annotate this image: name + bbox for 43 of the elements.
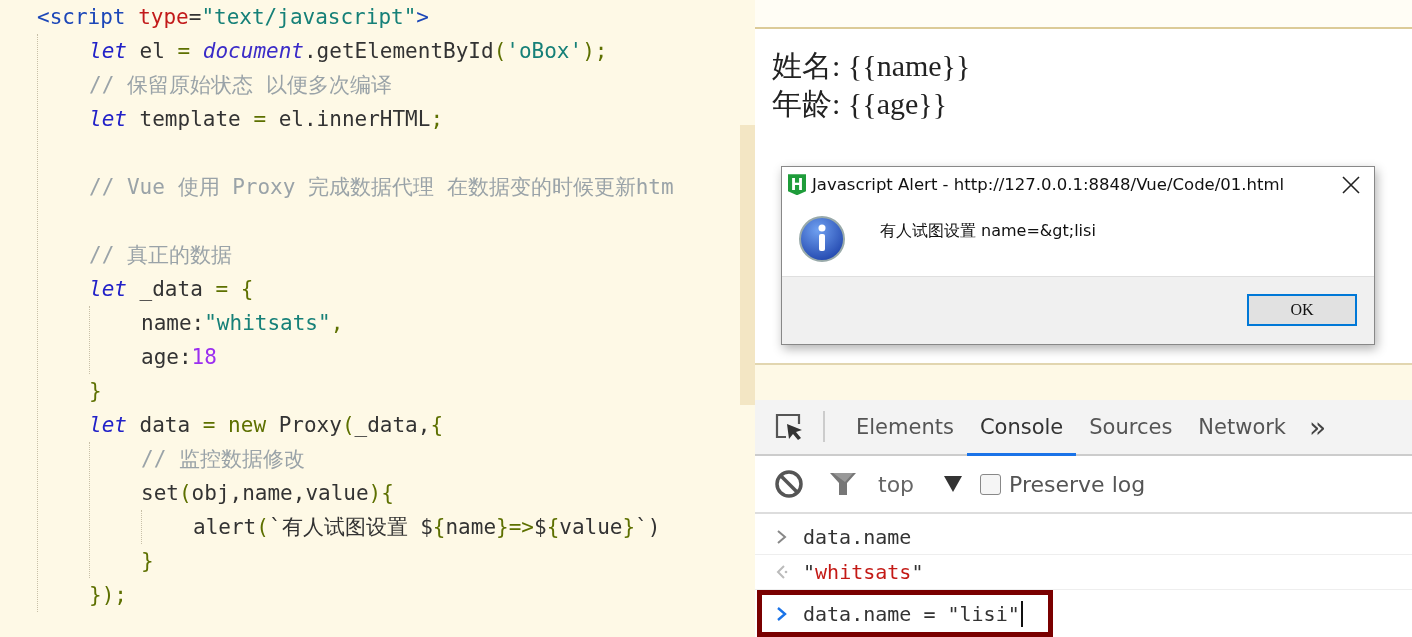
more-tabs-button[interactable]: » — [1299, 400, 1337, 454]
code-line: let template = el.innerHTML; — [89, 106, 445, 133]
code-line: // 真正的数据 — [89, 242, 233, 269]
checkbox-label: Preserve log — [1009, 471, 1146, 497]
context-selector[interactable]: top — [878, 471, 915, 497]
devtools-tab[interactable]: Sources — [1076, 400, 1186, 456]
prompt-chevron-icon — [775, 604, 789, 623]
close-icon[interactable] — [1342, 175, 1360, 194]
filter-icon[interactable] — [828, 470, 858, 498]
code-line: set(obj,name,value){ — [141, 480, 395, 507]
code-line: } — [141, 548, 155, 575]
devtools-tab[interactable]: Console — [966, 400, 1077, 456]
code-line: let el = document.getElementById('oBox'); — [89, 38, 609, 65]
result-arrow-icon — [775, 563, 789, 581]
preserve-log-checkbox[interactable] — [980, 473, 1002, 495]
page-text: 年龄: {{age}} — [772, 85, 948, 122]
code-line: alert(`有人试图设置 ${name}=>${value}`) — [193, 514, 662, 541]
code-line: // Vue 使用 Proxy 完成数据代理 在数据变的时候更新htm — [89, 174, 675, 201]
ok-button[interactable]: OK — [1247, 294, 1357, 327]
dropdown-triangle-icon[interactable] — [944, 476, 963, 492]
code-line: <script type="text/javascript"> — [37, 4, 430, 31]
alert-message: 有人试图设置 name=&gt;lisi — [880, 220, 1096, 242]
devtools-tab[interactable]: Elements — [843, 400, 967, 456]
page-text: 姓名: {{name}} — [772, 47, 971, 84]
code-line: // 监控数据修改 — [141, 446, 306, 473]
clear-console-icon[interactable] — [774, 469, 804, 499]
code-line: }); — [89, 582, 128, 609]
text-cursor — [1020, 600, 1023, 627]
code-line: name:"whitsats", — [141, 310, 345, 337]
code-line: age:18 — [141, 344, 218, 371]
console-output: "whitsats" — [803, 560, 924, 584]
code-line: // 保留原始状态 以便多次编译 — [89, 72, 393, 99]
chevron-right-icon — [775, 528, 789, 546]
app-logo-icon: H — [788, 174, 806, 196]
dialog-title: Javascript Alert - http://127.0.0.1:8848/Vue/Code/01.html — [812, 175, 1286, 195]
console-command: data.name — [803, 525, 912, 549]
code-line: let data = new Proxy(_data,{ — [89, 412, 445, 439]
code-line: let _data = { — [89, 276, 255, 303]
console-input[interactable]: data.name = "lisi" — [803, 600, 1023, 627]
devtools-tab[interactable]: Network — [1185, 400, 1300, 456]
info-icon — [798, 214, 846, 263]
code-line: } — [89, 378, 103, 405]
scrollbar-thumb[interactable] — [740, 125, 755, 405]
